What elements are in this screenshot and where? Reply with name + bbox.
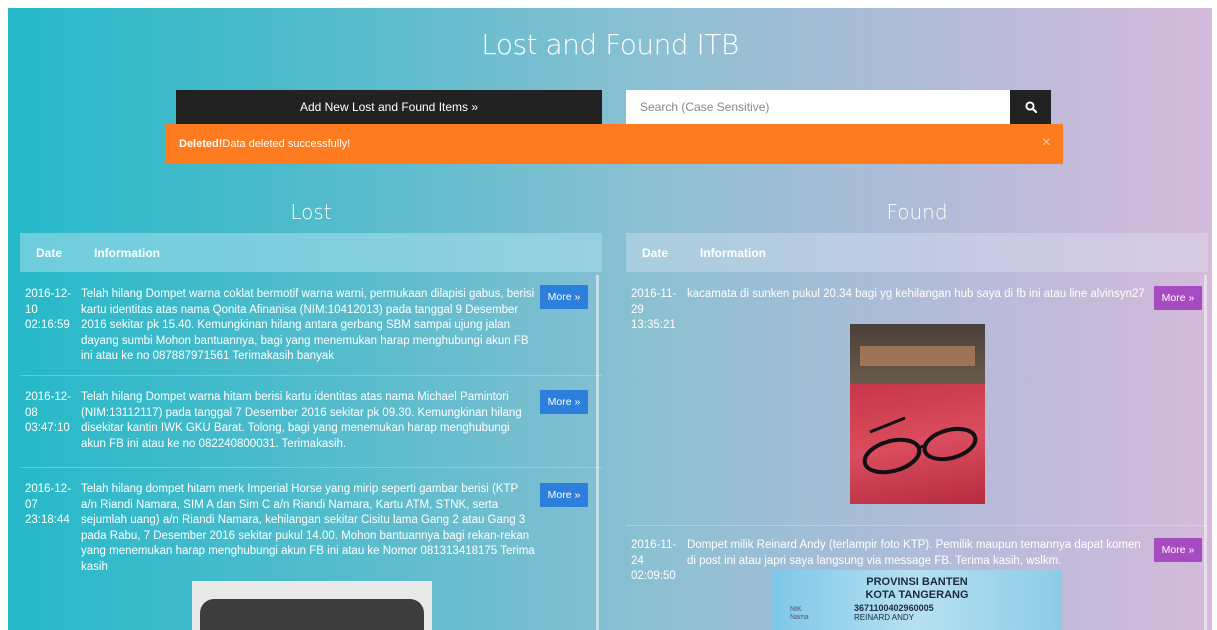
table-row: 2016-12-08 03:47:10 Telah hilang Dompet … (20, 376, 602, 468)
found-info-column-header: Information (700, 245, 766, 260)
found-table-header: Date Information (626, 233, 1208, 272)
more-button[interactable]: More » (540, 390, 588, 414)
found-table: Date Information 2016-11-29 13:35:21 kac… (626, 233, 1208, 630)
success-alert: Deleted! Data deleted successfully! × (165, 124, 1063, 164)
found-title: Found (886, 200, 948, 224)
table-row: 2016-11-24 02:09:50 Dompet milik Reinard… (626, 526, 1208, 630)
close-icon[interactable]: × (1042, 134, 1051, 152)
ktp-photo: PROVINSI BANTEN KOTA TANGERANG NIK 36711… (772, 570, 1062, 630)
lost-date-column-header: Date (36, 245, 63, 260)
ktp-name: REINARD ANDY (854, 613, 915, 622)
wallet-photo (192, 581, 432, 630)
lost-table-header: Date Information (20, 233, 602, 272)
row-info: Telah hilang dompet hitam merk Imperial … (81, 483, 535, 573)
row-date: 2016-12-07 23:18:44 (25, 483, 72, 527)
row-info: kacamata di sunken pukul 20.34 bagi yg k… (687, 288, 1145, 300)
lost-table: Date Information 2016-12-10 02:16:59 Tel… (20, 233, 602, 630)
page-title: Lost and Found ITB (481, 28, 739, 61)
glasses-photo (850, 324, 985, 504)
add-item-button[interactable]: Add New Lost and Found Items » (176, 90, 602, 124)
alert-strong: Deleted! (179, 138, 223, 150)
more-button[interactable]: More » (1154, 538, 1202, 562)
alert-message: Data deleted successfully! (222, 138, 351, 150)
row-info: Telah hilang Dompet warna coklat bermoti… (81, 288, 535, 363)
table-row: 2016-11-29 13:35:21 kacamata di sunken p… (626, 272, 1208, 526)
row-date: 2016-11-29 13:35:21 (631, 288, 677, 332)
ktp-name-label: Nama (790, 614, 809, 621)
found-date-column-header: Date (642, 245, 669, 260)
lost-info-column-header: Information (94, 245, 160, 260)
row-date: 2016-12-10 02:16:59 (25, 288, 72, 332)
table-row: 2016-12-10 02:16:59 Telah hilang Dompet … (20, 272, 602, 376)
row-info: Telah hilang Dompet warna hitam berisi k… (81, 391, 522, 450)
search-button[interactable] (1010, 90, 1051, 124)
row-date: 2016-11-24 02:09:50 (631, 539, 677, 583)
more-button[interactable]: More » (540, 483, 588, 507)
lost-title: Lost (290, 200, 332, 224)
search-input[interactable] (626, 90, 1010, 124)
search-icon (1024, 101, 1037, 113)
row-info: Dompet milik Reinard Andy (terlampir fot… (687, 539, 1141, 567)
more-button[interactable]: More » (540, 285, 588, 309)
table-row: 2016-12-07 23:18:44 Telah hilang dompet … (20, 468, 602, 630)
row-date: 2016-12-08 03:47:10 (25, 391, 72, 435)
more-button[interactable]: More » (1154, 286, 1202, 310)
page: Lost and Found ITB Add New Lost and Foun… (8, 8, 1212, 630)
